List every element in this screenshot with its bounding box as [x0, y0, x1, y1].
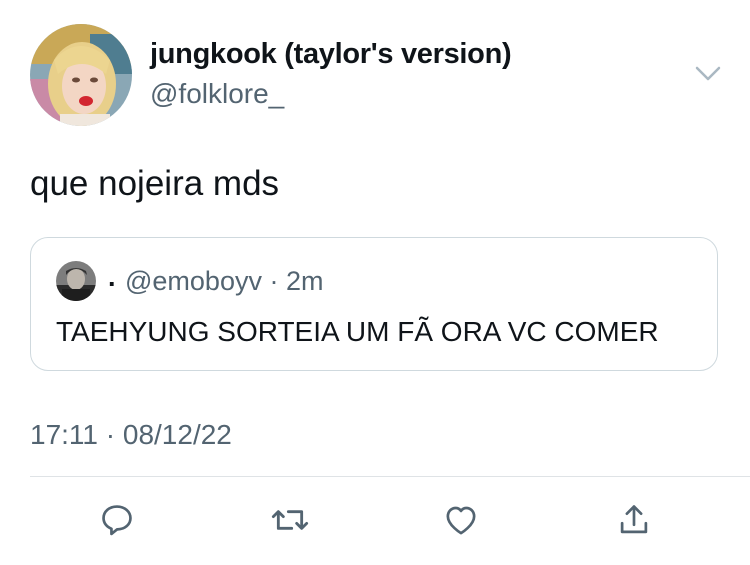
heart-icon[interactable] — [441, 500, 481, 540]
divider — [30, 476, 750, 477]
author-handle[interactable]: @folklore_ — [150, 78, 284, 110]
tweet-card: jungkook (taylor's version) @folklore_ q… — [0, 0, 750, 565]
tweet-timestamp[interactable]: 17:11 · 08/12/22 — [30, 419, 232, 451]
quoted-display-name[interactable]: . — [108, 262, 116, 293]
reply-icon[interactable] — [97, 500, 137, 540]
retweet-icon[interactable] — [270, 500, 310, 540]
quoted-tweet[interactable]: . @emoboyv · 2m TAEHYUNG SORTEIA UM FÃ O… — [30, 237, 718, 371]
quoted-author-avatar[interactable] — [56, 261, 96, 301]
quoted-handle-time[interactable]: @emoboyv · 2m — [125, 266, 323, 297]
quoted-tweet-text: TAEHYUNG SORTEIA UM FÃ ORA VC COMER — [56, 316, 659, 347]
avatar-image — [30, 24, 132, 126]
quoted-avatar-image — [56, 261, 96, 301]
chevron-down-icon[interactable] — [694, 62, 722, 84]
tweet-text: que nojeira mds — [30, 164, 280, 203]
share-icon[interactable] — [614, 500, 654, 540]
author-avatar[interactable] — [30, 24, 132, 126]
author-display-name[interactable]: jungkook (taylor's version) — [150, 38, 512, 71]
